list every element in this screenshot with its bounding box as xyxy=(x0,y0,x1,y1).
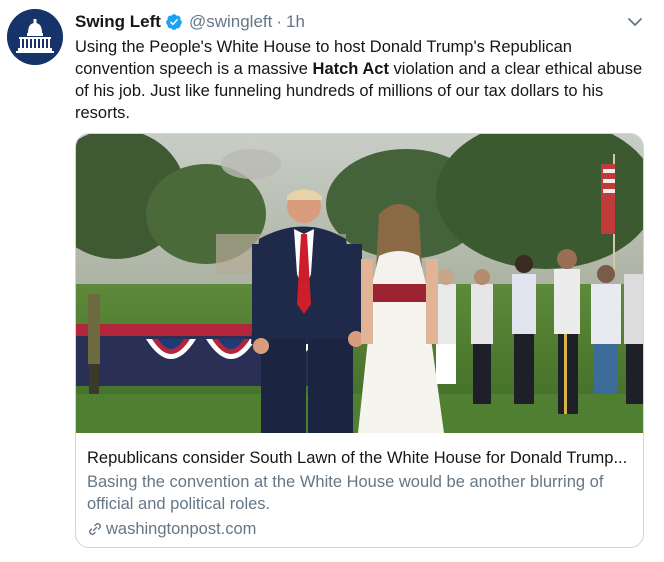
link-icon xyxy=(87,521,103,537)
tweet[interactable]: Swing Left @swingleft · 1h Using the Peo… xyxy=(0,0,664,562)
separator-dot: · xyxy=(276,12,283,31)
tweet-header: Swing Left @swingleft · 1h xyxy=(75,10,305,34)
avatar[interactable] xyxy=(7,9,63,65)
chevron-down-icon[interactable] xyxy=(625,12,645,32)
card-domain-text[interactable]: washingtonpost.com xyxy=(106,518,256,540)
card-domain[interactable]: washingtonpost.com xyxy=(87,518,256,540)
tweet-text: Using the People's White House to host D… xyxy=(75,36,655,124)
timestamp[interactable]: 1h xyxy=(286,12,305,32)
author-name[interactable]: Swing Left xyxy=(75,12,161,32)
author-handle[interactable]: @swingleft xyxy=(189,12,272,32)
card-description: Basing the convention at the White House… xyxy=(87,473,604,513)
verified-badge-icon xyxy=(165,13,183,31)
capitol-logo-icon xyxy=(7,9,63,65)
card-title[interactable]: Republicans consider South Lawn of the W… xyxy=(87,447,637,469)
tweet-text-bold: Hatch Act xyxy=(312,60,389,78)
card-photo xyxy=(76,134,643,433)
link-card[interactable]: Republicans consider South Lawn of the W… xyxy=(75,133,644,548)
